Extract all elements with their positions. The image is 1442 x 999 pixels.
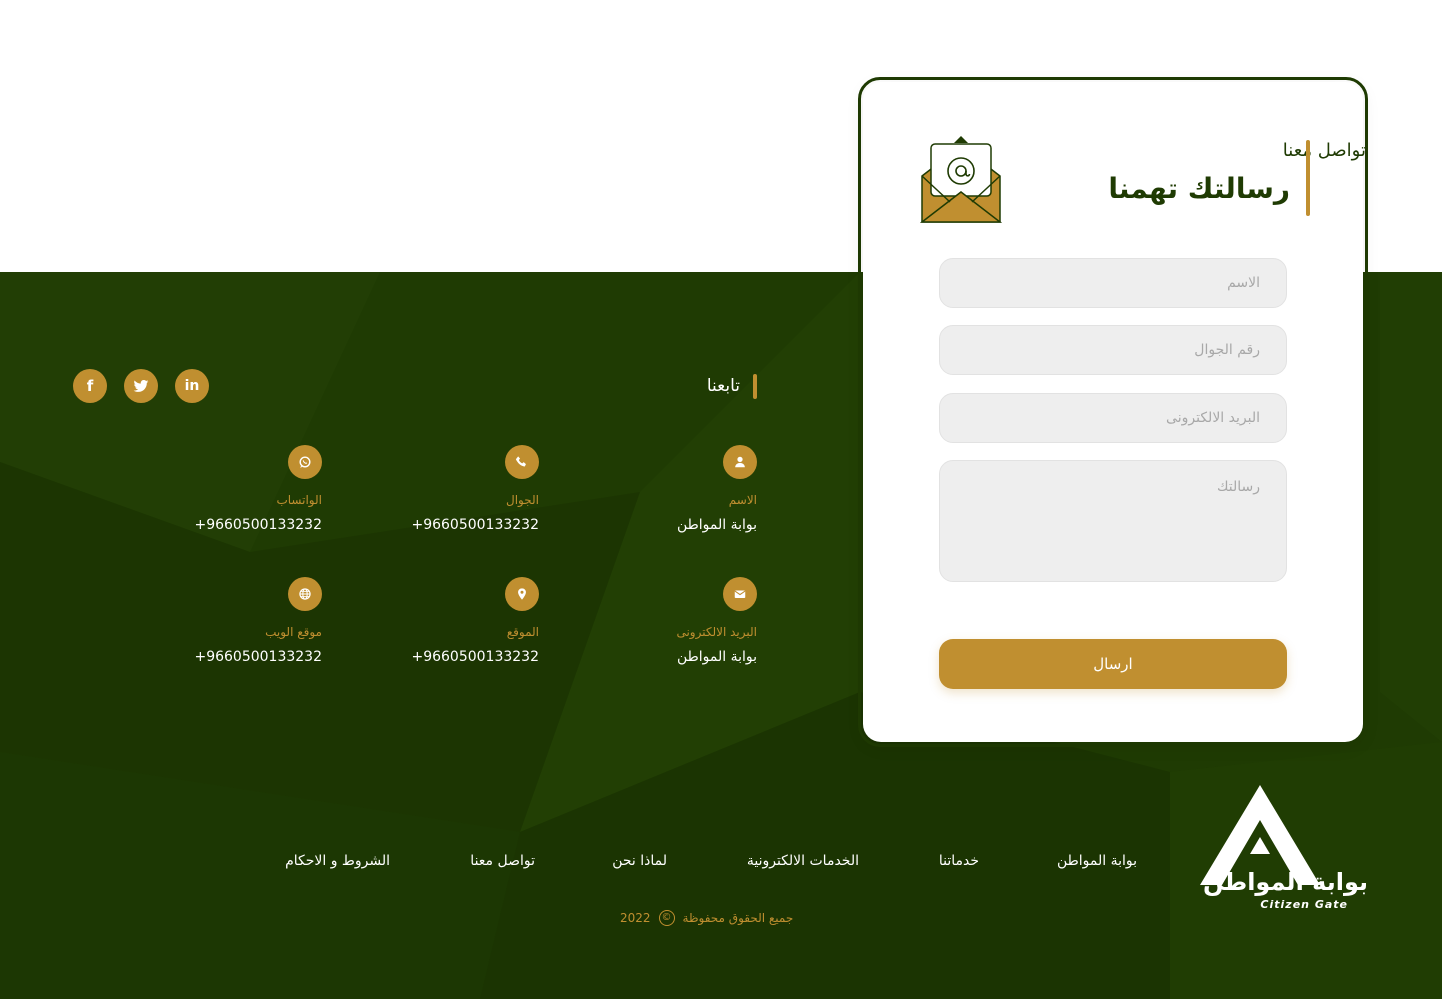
info-label: البريد الالكترونى xyxy=(676,625,757,639)
copyright-icon: © xyxy=(658,910,675,926)
info-value: +9660500133232 xyxy=(194,649,322,665)
contact-page: تابعنا in f الاسم بوابة المواطن الجوال +… xyxy=(0,0,1442,999)
info-value: +9660500133232 xyxy=(411,517,539,533)
copyright: جميع الحقوق محفوظة © 2022 xyxy=(620,910,820,926)
twitter-icon xyxy=(133,380,149,392)
send-button[interactable]: ارسال xyxy=(939,639,1287,689)
info-value: +9660500133232 xyxy=(411,649,539,665)
info-label: الجوال xyxy=(506,493,539,507)
info-value: بوابة المواطن xyxy=(676,649,757,665)
twitter-button[interactable] xyxy=(124,369,158,403)
contact-subtitle: تواصل معنا xyxy=(1282,140,1366,161)
envelope-at-icon xyxy=(920,136,1002,223)
linkedin-icon: in xyxy=(184,378,200,394)
footer-nav-terms[interactable]: الشروط و الاحكام xyxy=(285,853,390,869)
info-label: الاسم xyxy=(728,493,757,507)
contact-title: رسالتك تهمنا xyxy=(1108,172,1290,205)
footer-nav-contact[interactable]: تواصل معنا xyxy=(470,853,535,869)
envelope-icon xyxy=(723,577,757,611)
follow-us-title: تابعنا xyxy=(706,376,740,396)
title-accent-bar xyxy=(1306,140,1310,216)
info-value: بوابة المواطن xyxy=(676,517,757,533)
footer-nav-services[interactable]: خدماتنا xyxy=(939,853,979,869)
info-whatsapp: الواتساب +9660500133232 xyxy=(122,445,322,545)
info-label: الموقع xyxy=(506,625,539,639)
info-website: موقع الويب +9660500133232 xyxy=(122,577,322,677)
message-textarea[interactable] xyxy=(939,460,1287,582)
footer-nav-citizen-gate[interactable]: بوابة المواطن xyxy=(1057,853,1137,869)
info-location: الموقع +9660500133232 xyxy=(339,577,539,677)
info-email: البريد الالكترونى بوابة المواطن xyxy=(557,577,757,677)
phone-icon xyxy=(505,445,539,479)
user-icon xyxy=(723,445,757,479)
facebook-icon: f xyxy=(86,377,94,395)
logo-name: بوابة المواطن xyxy=(1202,868,1368,896)
footer-nav-why-us[interactable]: لماذا نحن xyxy=(612,853,667,869)
location-pin-icon xyxy=(505,577,539,611)
globe-icon xyxy=(288,577,322,611)
info-label: الواتساب xyxy=(276,493,322,507)
info-value: +9660500133232 xyxy=(194,517,322,533)
footer-nav-e-services[interactable]: الخدمات الالكترونية xyxy=(747,853,859,869)
phone-input[interactable] xyxy=(939,325,1287,375)
email-input[interactable] xyxy=(939,393,1287,443)
info-name: الاسم بوابة المواطن xyxy=(557,445,757,545)
facebook-button[interactable]: f xyxy=(73,369,107,403)
info-phone: الجوال +9660500133232 xyxy=(339,445,539,545)
copyright-text: جميع الحقوق محفوظة xyxy=(682,911,794,925)
linkedin-button[interactable]: in xyxy=(175,369,209,403)
logo-subtitle: Citizen Gate xyxy=(1260,898,1348,911)
whatsapp-icon xyxy=(288,445,322,479)
citizen-gate-logo[interactable]: بوابة المواطن Citizen Gate xyxy=(1196,785,1368,915)
copyright-year: 2022 xyxy=(620,911,651,925)
follow-title-accent-bar xyxy=(753,374,757,399)
info-label: موقع الويب xyxy=(265,625,322,639)
name-input[interactable] xyxy=(939,258,1287,308)
